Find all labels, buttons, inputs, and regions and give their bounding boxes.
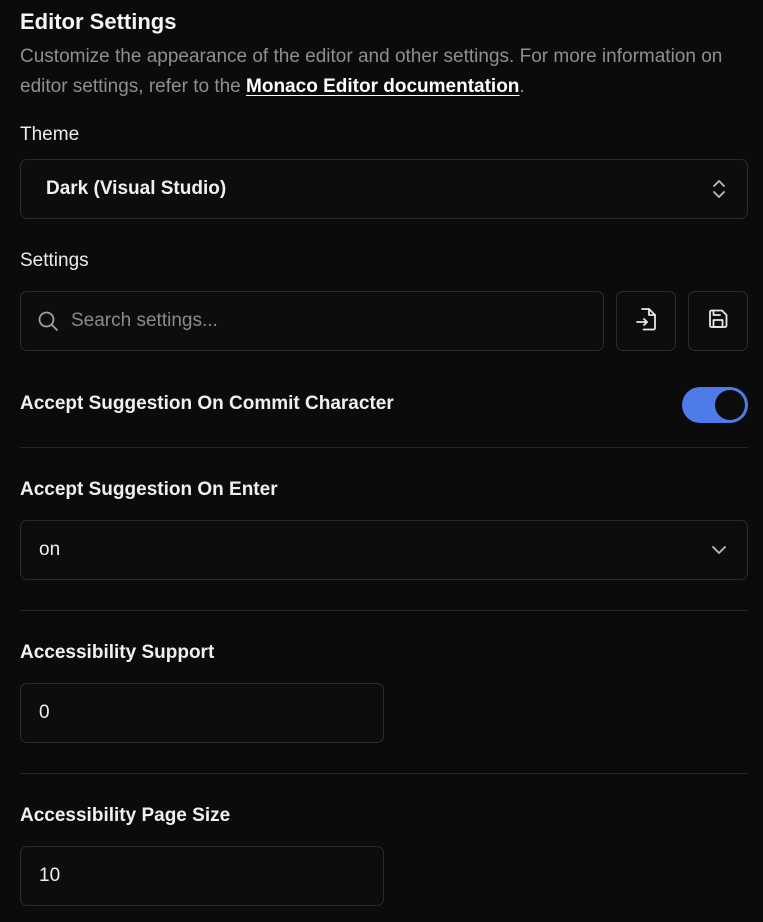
search-icon xyxy=(37,310,59,332)
accept-on-enter-label: Accept Suggestion On Enter xyxy=(20,479,278,500)
accept-on-commit-label: Accept Suggestion On Commit Character xyxy=(20,393,394,414)
save-icon xyxy=(707,308,729,335)
page-title: Editor Settings xyxy=(20,9,177,34)
theme-select-value: Dark (Visual Studio) xyxy=(46,178,227,199)
file-import-icon xyxy=(634,306,658,337)
search-field xyxy=(20,291,604,351)
chevron-down-icon xyxy=(711,540,727,560)
divider xyxy=(20,447,748,448)
divider xyxy=(20,610,748,611)
accept-on-enter-select[interactable]: on xyxy=(20,520,748,580)
theme-label: Theme xyxy=(20,124,80,145)
editor-settings-panel: Editor Settings Customize the appearance… xyxy=(0,0,763,922)
search-input[interactable] xyxy=(69,292,591,350)
settings-label: Settings xyxy=(20,250,89,271)
accessibility-page-size-input[interactable]: 10 xyxy=(20,846,384,906)
save-settings-button[interactable] xyxy=(688,291,748,351)
accessibility-support-input[interactable]: 0 xyxy=(20,683,384,743)
accept-on-enter-value: on xyxy=(39,539,61,560)
chevrons-up-down-icon xyxy=(711,179,727,199)
divider xyxy=(20,773,748,774)
import-settings-button[interactable] xyxy=(616,291,676,351)
theme-select[interactable]: Dark (Visual Studio) xyxy=(20,159,748,219)
description-end: . xyxy=(519,76,525,97)
accessibility-page-size-label: Accessibility Page Size xyxy=(20,805,231,826)
accept-on-commit-toggle[interactable] xyxy=(682,387,748,423)
accessibility-support-label: Accessibility Support xyxy=(20,642,215,663)
monaco-docs-link[interactable]: Monaco Editor documentation xyxy=(246,76,519,97)
page-description: Customize the appearance of the editor a… xyxy=(20,42,745,102)
toggle-knob xyxy=(715,390,745,420)
